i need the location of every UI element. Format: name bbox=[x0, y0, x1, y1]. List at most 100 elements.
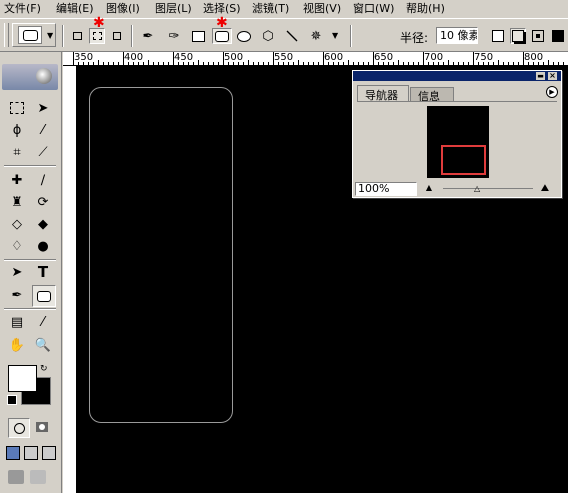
ruler-label: 400 bbox=[124, 52, 144, 63]
view-box[interactable] bbox=[441, 145, 486, 175]
menu-file[interactable]: 文件(F) bbox=[4, 2, 41, 16]
subtract-shape-button[interactable] bbox=[510, 28, 526, 44]
horizontal-ruler: 350 400 450 500 550 600 650 700 750 800 bbox=[63, 52, 568, 66]
intersect-shape-button[interactable] bbox=[530, 28, 546, 44]
brush-tool[interactable]: ∕ bbox=[32, 170, 54, 190]
menu-help[interactable]: 帮助(H) bbox=[406, 2, 445, 16]
magic-wand-icon: ⁄ bbox=[41, 122, 45, 138]
eraser-tool[interactable]: ◇ bbox=[6, 214, 28, 234]
rounded-rectangle-path[interactable] bbox=[89, 87, 233, 423]
bandage-icon: ✚ bbox=[11, 172, 23, 188]
pen-tool-button[interactable]: ✒ bbox=[140, 28, 156, 44]
hand-tool[interactable]: ✋ bbox=[6, 335, 28, 355]
zoom-out-button[interactable]: ▲ bbox=[421, 183, 437, 195]
exclude-shape-button[interactable] bbox=[550, 28, 566, 44]
toolbox: ➤ ϕ ⁄ ⌗ ⟋ ✚ ∕ ♜ ⟳ ◇ ◆ ♢ ● ➤ T ✒ ▤ ⁄ ✋ 🔍 … bbox=[0, 52, 62, 493]
panel-title-bar[interactable]: ▬ × bbox=[353, 71, 561, 81]
tab-navigator[interactable]: 导航器 bbox=[357, 85, 409, 102]
zoom-input[interactable]: 100% bbox=[355, 182, 417, 196]
eyedropper-tool[interactable]: ⁄ bbox=[32, 312, 54, 332]
clone-stamp-tool[interactable]: ♜ bbox=[6, 192, 28, 212]
shape-tool[interactable] bbox=[32, 285, 56, 307]
quick-mask-button[interactable] bbox=[32, 418, 52, 436]
type-tool[interactable]: T bbox=[32, 262, 54, 282]
menu-select[interactable]: 选择(S) bbox=[203, 2, 241, 16]
bucket-icon: ◆ bbox=[38, 216, 48, 232]
zoom-slider-thumb[interactable]: △ bbox=[474, 184, 480, 193]
magic-wand-tool[interactable]: ⁄ bbox=[32, 120, 54, 140]
ruler-label: 500 bbox=[224, 52, 244, 63]
lasso-tool[interactable]: ϕ bbox=[6, 120, 28, 140]
menu-window[interactable]: 窗口(W) bbox=[353, 2, 394, 16]
blur-icon: ♢ bbox=[11, 238, 23, 254]
swap-colors-icon[interactable]: ↻ bbox=[40, 364, 48, 374]
freeform-pen-button[interactable]: ✑ bbox=[166, 28, 182, 44]
slice-icon: ⟋ bbox=[38, 144, 48, 160]
subtract-shape-icon bbox=[512, 30, 524, 42]
menu-layer[interactable]: 图层(L) bbox=[155, 2, 192, 16]
panel-menu-button[interactable]: ▶ bbox=[546, 86, 558, 98]
custom-shape-icon: ✵ bbox=[310, 28, 322, 44]
radius-input[interactable]: 10 像素 bbox=[436, 27, 478, 44]
paint-bucket-tool[interactable]: ◆ bbox=[32, 214, 54, 234]
zoom-out-icon: ▲ bbox=[425, 183, 433, 192]
rounded-rectangle-icon bbox=[37, 290, 51, 302]
menu-image[interactable]: 图像(I) bbox=[106, 2, 140, 16]
crop-tool[interactable]: ⌗ bbox=[6, 142, 28, 162]
panel-menu-icon: ▶ bbox=[549, 88, 555, 96]
tool-preset-picker[interactable]: ▼ bbox=[12, 23, 56, 47]
slice-tool[interactable]: ⟋ bbox=[32, 142, 54, 162]
toolbox-separator bbox=[4, 259, 56, 261]
minimize-icon[interactable]: ▬ bbox=[536, 72, 545, 80]
geometry-options-dropdown[interactable]: ▼ bbox=[332, 31, 338, 40]
magnifier-icon: 🔍 bbox=[34, 337, 52, 353]
jump-to-imageready-button[interactable] bbox=[8, 470, 24, 484]
fill-pixels-button[interactable] bbox=[109, 28, 125, 44]
add-to-shape-button[interactable] bbox=[490, 28, 506, 44]
type-icon: T bbox=[37, 263, 49, 281]
rectangle-tool-button[interactable] bbox=[190, 28, 206, 44]
dodge-tool[interactable]: ● bbox=[32, 236, 54, 256]
path-selection-tool[interactable]: ➤ bbox=[6, 262, 28, 282]
default-colors-icon[interactable] bbox=[7, 395, 17, 405]
blur-tool[interactable]: ♢ bbox=[6, 236, 28, 256]
foreground-color-swatch[interactable] bbox=[8, 365, 37, 392]
radius-label: 半径: bbox=[400, 31, 429, 45]
close-icon[interactable]: × bbox=[548, 72, 557, 80]
standard-mode-button[interactable] bbox=[8, 418, 30, 438]
full-screen-mode-button[interactable] bbox=[42, 446, 56, 460]
zoom-in-button[interactable]: ⛰ bbox=[535, 183, 555, 195]
stamp-icon: ♜ bbox=[11, 194, 23, 210]
full-screen-menu-mode-button[interactable] bbox=[24, 446, 38, 460]
shape-layers-button[interactable] bbox=[69, 28, 85, 44]
ruler-label: 650 bbox=[374, 52, 394, 63]
options-grip[interactable] bbox=[4, 23, 9, 47]
healing-brush-tool[interactable]: ✚ bbox=[6, 170, 28, 190]
polygon-tool-button[interactable]: ⬡ bbox=[260, 28, 276, 44]
zoom-tool[interactable]: 🔍 bbox=[32, 335, 54, 355]
brush-icon: ∕ bbox=[40, 172, 46, 188]
toolbox-separator bbox=[4, 165, 56, 167]
line-tool-button[interactable] bbox=[284, 28, 300, 44]
zoom-slider-track[interactable] bbox=[443, 188, 533, 189]
zoom-in-icon: ⛰ bbox=[540, 183, 550, 194]
line-icon bbox=[286, 30, 298, 42]
pen-tool[interactable]: ✒ bbox=[6, 285, 28, 305]
ellipse-tool-button[interactable] bbox=[236, 28, 252, 44]
ruler-label: 700 bbox=[424, 52, 444, 63]
tab-info[interactable]: 信息 bbox=[410, 87, 454, 103]
move-icon: ➤ bbox=[37, 100, 49, 116]
menu-view[interactable]: 视图(V) bbox=[303, 2, 341, 16]
custom-shape-button[interactable]: ✵ bbox=[308, 28, 324, 44]
pen-icon: ✒ bbox=[11, 287, 23, 303]
app-logo bbox=[2, 64, 58, 90]
marquee-tool[interactable] bbox=[6, 98, 28, 118]
history-brush-tool[interactable]: ⟳ bbox=[32, 192, 54, 212]
notes-tool[interactable]: ▤ bbox=[6, 312, 28, 332]
move-tool[interactable]: ➤ bbox=[32, 98, 54, 118]
navigator-thumbnail[interactable] bbox=[427, 106, 489, 178]
menu-edit[interactable]: 编辑(E) bbox=[56, 2, 94, 16]
chevron-down-icon: ▼ bbox=[47, 30, 54, 40]
standard-screen-mode-button[interactable] bbox=[6, 446, 20, 460]
menu-filter[interactable]: 滤镜(T) bbox=[252, 2, 289, 16]
